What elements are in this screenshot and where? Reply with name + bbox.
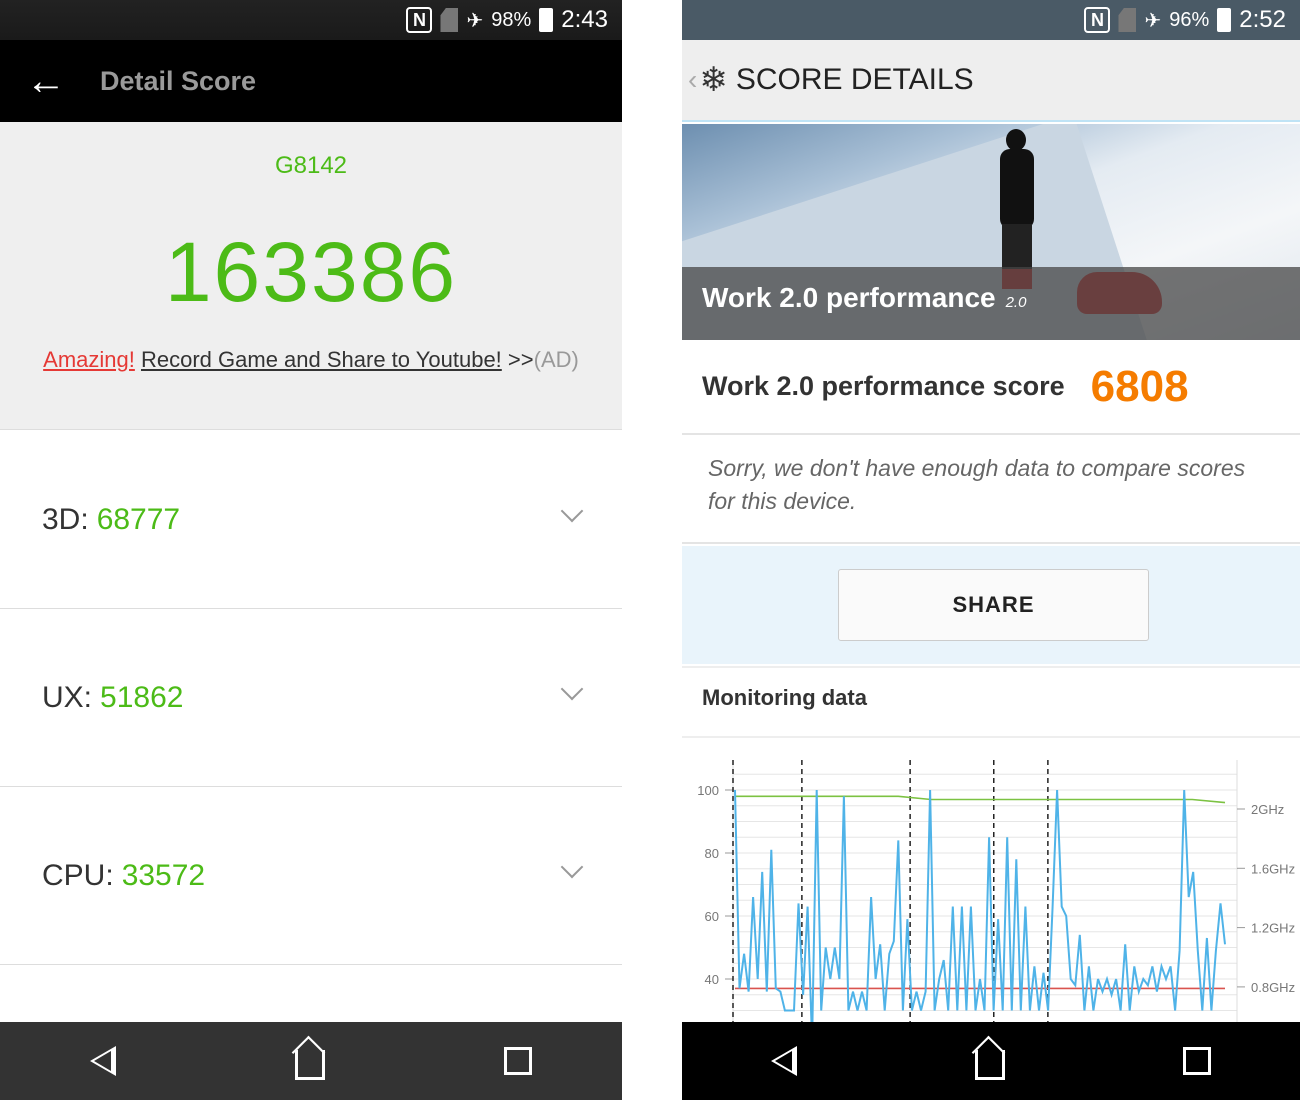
nav-recents-icon[interactable] bbox=[504, 1047, 533, 1075]
y-right-tick-label: 0.8GHz bbox=[1251, 980, 1295, 995]
app-bar: ← Detail Score bbox=[0, 40, 622, 122]
ad-arrows: >> bbox=[507, 347, 534, 372]
no-sim-icon bbox=[1118, 8, 1137, 32]
y-right-tick-label: 1.2GHz bbox=[1251, 921, 1295, 936]
monitoring-chart: 100 80 60 40 2GHz 1.6GHz 1.2GHz 0.8GHz bbox=[697, 760, 1295, 1022]
y-left-tick-label: 100 bbox=[697, 783, 719, 798]
nfc-icon: N bbox=[1084, 7, 1111, 33]
ad-tag: (AD) bbox=[533, 347, 579, 372]
device-model: G8142 bbox=[274, 152, 348, 179]
nav-home-icon[interactable] bbox=[975, 1050, 1005, 1080]
status-bar: N ✈ 96% 2:52 bbox=[682, 0, 1300, 40]
y-left-tick-label: 60 bbox=[705, 909, 719, 924]
score-row-ux[interactable]: UX: 51862 bbox=[0, 609, 622, 787]
y-right-tick-label: 1.6GHz bbox=[1251, 861, 1295, 876]
row-label: UX: bbox=[42, 680, 93, 714]
nav-bar bbox=[682, 1022, 1300, 1100]
battery-percent: 98% bbox=[491, 8, 532, 31]
score-value: 6808 bbox=[1090, 361, 1189, 411]
ad-highlight[interactable]: Amazing! bbox=[43, 347, 135, 372]
monitoring-title: Monitoring data bbox=[682, 666, 1300, 738]
status-bar: N ✈ 98% 2:43 bbox=[0, 0, 622, 40]
nav-back-icon[interactable] bbox=[771, 1046, 797, 1076]
row-label: CPU: bbox=[42, 858, 114, 892]
total-score: 163386 bbox=[164, 225, 458, 319]
nav-bar bbox=[0, 1022, 622, 1100]
score-row: Work 2.0 performance score 6808 bbox=[682, 340, 1300, 435]
snowflake-logo-icon: ❄ bbox=[699, 61, 728, 99]
airplane-icon: ✈ bbox=[466, 9, 484, 32]
share-button[interactable]: SHARE bbox=[838, 569, 1149, 641]
chevron-down-icon[interactable] bbox=[560, 499, 584, 523]
ad-text[interactable]: Record Game and Share to Youtube! bbox=[141, 347, 502, 372]
score-row-cpu[interactable]: CPU: 33572 bbox=[0, 787, 622, 965]
banner-title: Work 2.0 performance 2.0 bbox=[702, 282, 1027, 313]
compare-message: Sorry, we don't have enough data to comp… bbox=[682, 436, 1300, 544]
battery-icon bbox=[1217, 8, 1232, 32]
no-sim-icon bbox=[440, 8, 459, 32]
nav-home-icon[interactable] bbox=[294, 1050, 325, 1080]
score-label: Work 2.0 performance score bbox=[702, 371, 1065, 401]
series-line bbox=[735, 795, 1226, 804]
antutu-screen: N ✈ 98% 2:43 ← Detail Score G8142 163386… bbox=[0, 0, 622, 1100]
score-row-3d[interactable]: 3D: 68777 bbox=[0, 431, 622, 609]
chevron-down-icon[interactable] bbox=[560, 677, 584, 701]
pcmark-screen: N ✈ 96% 2:52 ‹ ❄ SCORE DETAILS Work 2.0 … bbox=[682, 0, 1300, 1100]
y-right-tick-label: 2GHz bbox=[1251, 802, 1284, 817]
chevron-left-icon[interactable]: ‹ bbox=[688, 64, 697, 96]
y-left-tick-label: 80 bbox=[705, 846, 719, 861]
series-line bbox=[734, 789, 1226, 1022]
share-section: SHARE bbox=[682, 546, 1300, 664]
banner-version: 2.0 bbox=[1005, 294, 1027, 311]
ad-link[interactable]: Amazing! Record Game and Share to Youtub… bbox=[0, 347, 622, 373]
score-summary: G8142 163386 Amazing! Record Game and Sh… bbox=[0, 122, 622, 430]
chevron-down-icon[interactable] bbox=[560, 855, 584, 879]
clock: 2:52 bbox=[1239, 6, 1286, 33]
airplane-icon: ✈ bbox=[1144, 9, 1162, 32]
row-value: 33572 bbox=[121, 858, 206, 892]
nfc-icon: N bbox=[406, 7, 433, 33]
app-bar: ‹ ❄ SCORE DETAILS bbox=[682, 40, 1300, 122]
row-value: 68777 bbox=[96, 502, 181, 536]
battery-percent: 96% bbox=[1169, 8, 1210, 31]
nav-back-icon[interactable] bbox=[89, 1046, 116, 1076]
arrow-left-icon[interactable]: ← bbox=[26, 59, 86, 104]
benchmark-banner: Work 2.0 performance 2.0 bbox=[682, 124, 1300, 340]
y-left-tick-label: 40 bbox=[705, 972, 719, 987]
clock: 2:43 bbox=[561, 6, 608, 33]
row-value: 51862 bbox=[100, 680, 184, 714]
page-title: SCORE DETAILS bbox=[735, 63, 974, 96]
page-title: Detail Score bbox=[100, 65, 257, 96]
nav-recents-icon[interactable] bbox=[1183, 1047, 1211, 1075]
row-label: 3D: bbox=[42, 502, 89, 536]
battery-icon bbox=[539, 8, 554, 32]
